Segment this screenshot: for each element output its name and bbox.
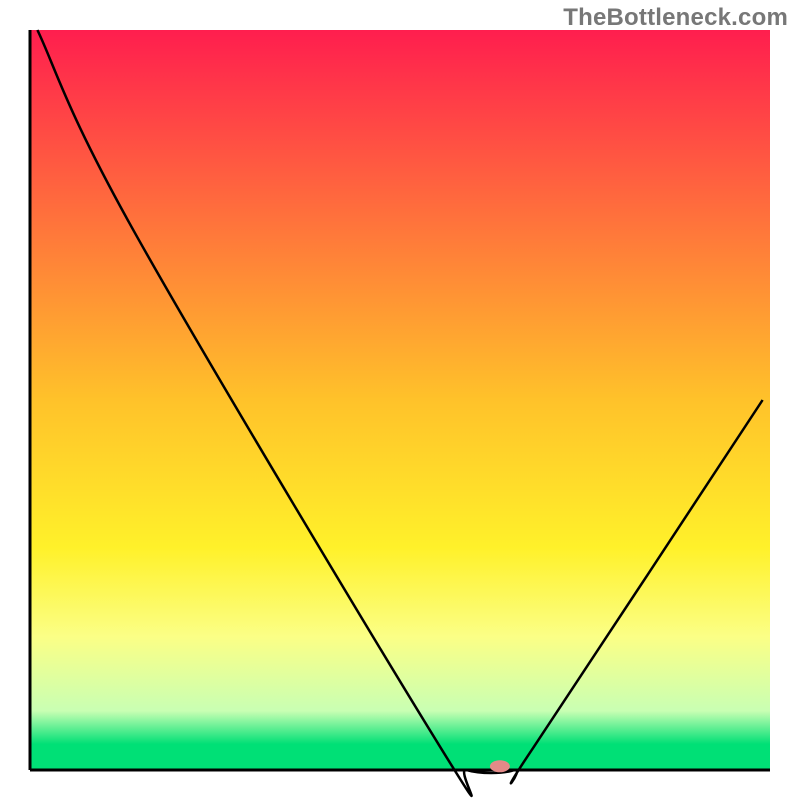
bottleneck-chart <box>0 0 800 800</box>
optimum-marker <box>490 760 510 772</box>
chart-container: TheBottleneck.com <box>0 0 800 800</box>
plot-background <box>30 30 770 770</box>
watermark-text: TheBottleneck.com <box>563 4 788 32</box>
